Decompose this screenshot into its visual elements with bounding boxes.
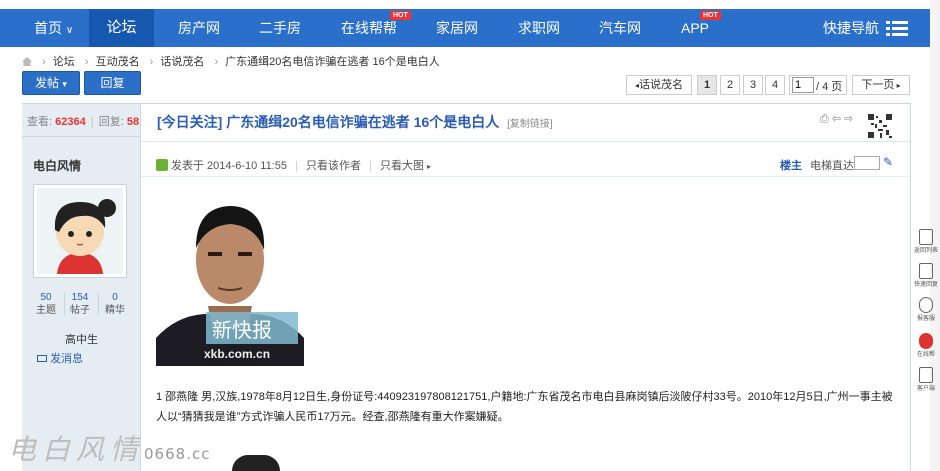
chevron-down-icon: ▾ <box>62 79 67 89</box>
nav-item-secondhand[interactable]: 二手房 <box>259 9 301 47</box>
home-icon[interactable] <box>22 57 32 66</box>
post-body: 1 邵燕隆 男,汉族,1978年8月12日生,身份证号:440923197808… <box>156 391 893 423</box>
nav-item-auto[interactable]: 汽车网 <box>599 9 641 47</box>
qr-code-icon[interactable] <box>866 112 894 140</box>
quick-reply-button[interactable]: 快速回复 <box>914 262 938 292</box>
nav-item-forum[interactable]: 论坛 <box>89 9 154 47</box>
headset-icon <box>919 297 933 313</box>
site-watermark: 电白风情0668.cc <box>8 433 211 466</box>
send-message-link[interactable]: 发消息 <box>37 350 83 366</box>
hot-badge: HOT <box>700 11 721 20</box>
hot-badge: HOT <box>390 11 411 20</box>
list-icon <box>919 229 933 245</box>
photo-watermark-url: xkb.com.cn <box>204 347 271 361</box>
breadcrumb-forum[interactable]: 论坛 <box>53 56 75 68</box>
post-status-icon <box>156 159 168 171</box>
reply-button[interactable]: 回复 <box>84 71 141 95</box>
author-digest[interactable]: 0 精华 <box>100 291 130 317</box>
next-thread-icon[interactable]: ⇨ <box>844 113 856 125</box>
suspect-photo: 新快报 xkb.com.cn <box>156 188 304 366</box>
menu-icon[interactable] <box>886 21 908 37</box>
new-post-button[interactable]: 发帖 ▾ <box>22 71 80 95</box>
author-level: 高中生 <box>65 334 98 346</box>
page-total: / 4 页 <box>816 81 843 93</box>
report-service-button[interactable]: 报客服 <box>914 296 938 326</box>
app-icon <box>919 367 933 383</box>
next-page-button[interactable]: 下一页 ▸ <box>852 75 910 95</box>
pager-page-4[interactable]: 4 <box>765 75 785 95</box>
top-nav: 首页 ∨ 论坛 房产网 二手房 在线帮帮 HOT 家居网 求职网 汽车网 APP… <box>0 9 930 47</box>
nav-item-online-help[interactable]: 在线帮帮 <box>341 9 397 47</box>
thread-tools: ⎙⇦⇨ <box>820 112 856 126</box>
thread-title: [今日关注] 广东通缉20名电信诈骗在逃者 16个是电白人 [复制链接] <box>157 114 553 130</box>
client-app-button[interactable]: 客户端 <box>914 366 938 396</box>
chevron-down-icon: ∨ <box>65 25 74 36</box>
quick-nav[interactable]: 快捷导航 <box>823 9 879 47</box>
cartoon-avatar-image <box>37 188 123 274</box>
breadcrumb-thread: 广东通缉20名电信诈骗在逃者 16个是电白人 <box>225 56 440 68</box>
pager-page-2[interactable]: 2 <box>720 75 740 95</box>
breadcrumb-section[interactable]: 互动茂名 <box>96 56 140 68</box>
only-images-link[interactable]: 只看大图 <box>380 160 424 172</box>
author-name[interactable]: 电白风情 <box>33 157 81 174</box>
nav-item-jobs[interactable]: 求职网 <box>518 9 560 47</box>
post-meta: 发表于 2014-6-10 11:55 | 只看该作者 | 只看大图 ▸ <box>156 157 431 173</box>
reply-count: 58 <box>126 116 140 128</box>
floor-label: 楼主 <box>780 160 802 172</box>
reply-icon <box>919 263 933 279</box>
pager-back-button[interactable]: ◂话说茂名 <box>626 75 692 95</box>
nav-item-home[interactable]: 首页 ∨ <box>34 9 73 47</box>
breadcrumb-board[interactable]: 话说茂名 <box>160 56 204 68</box>
nav-item-realestate[interactable]: 房产网 <box>178 9 220 47</box>
back-to-list-button[interactable]: 返回列表 <box>914 228 938 258</box>
photo-watermark-logo: 新快报 <box>212 318 272 342</box>
elevator-label: 电梯直达 <box>810 160 854 172</box>
view-count: 62364 <box>55 116 86 128</box>
copy-link[interactable]: [复制链接] <box>507 119 553 130</box>
wrench-icon[interactable]: ✎ <box>883 155 893 169</box>
next-photo-peek <box>232 455 280 471</box>
pager-page-3[interactable]: 3 <box>743 75 763 95</box>
chevron-right-icon: ▸ <box>427 162 432 171</box>
floor-jump-input[interactable] <box>854 156 880 170</box>
only-author-link[interactable]: 只看该作者 <box>306 160 361 172</box>
help-icon <box>919 333 933 349</box>
online-help-button[interactable]: 在线帮 <box>914 332 938 362</box>
author-posts[interactable]: 154 帖子 <box>65 291 95 317</box>
nav-item-home-furnishing[interactable]: 家居网 <box>436 9 478 47</box>
pager-page-1[interactable]: 1 <box>697 75 717 95</box>
print-icon[interactable]: ⎙ <box>820 113 832 125</box>
breadcrumb: › 论坛 › 互动茂名 › 话说茂名 › 广东通缉20名电信诈骗在逃者 16个是… <box>22 53 443 68</box>
envelope-icon <box>37 355 47 362</box>
page-input[interactable] <box>792 77 814 93</box>
avatar[interactable] <box>33 184 127 278</box>
chevron-right-icon: ▸ <box>894 81 901 90</box>
author-topics[interactable]: 50 主题 <box>31 291 61 317</box>
prev-thread-icon[interactable]: ⇦ <box>832 113 844 125</box>
thread-stats: 查看: 62364 | 回复: 58 <box>27 116 140 128</box>
